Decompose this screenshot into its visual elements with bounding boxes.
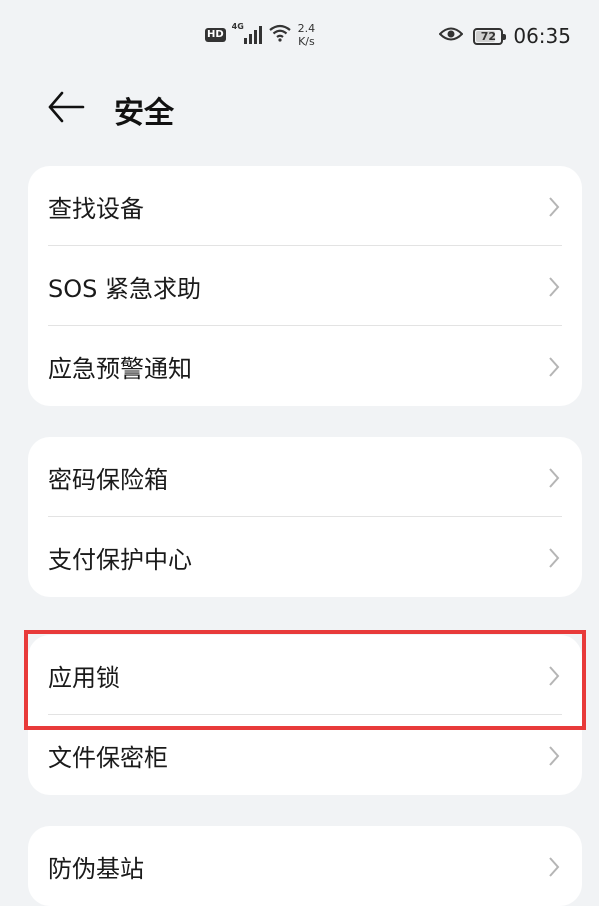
row-fake-base-station[interactable]: 防伪基站 (28, 826, 582, 906)
chevron-right-icon (549, 548, 560, 568)
settings-group-3: 应用锁 文件保密柜 (28, 635, 582, 795)
back-button[interactable] (46, 90, 86, 124)
page-title: 安全 (114, 96, 174, 131)
row-label: 应急预警通知 (48, 354, 192, 383)
row-find-device[interactable]: 查找设备 (28, 166, 582, 246)
network-type: 4G (231, 22, 244, 31)
settings-group-4: 防伪基站 (28, 826, 582, 906)
chevron-right-icon (549, 666, 560, 686)
status-center: HD 4G 2.4 K/s (205, 20, 315, 50)
settings-group-1: 查找设备 SOS 紧急求助 应急预警通知 (28, 166, 582, 406)
header: 安全 (0, 80, 599, 138)
battery-level: 72 (480, 29, 497, 43)
chevron-right-icon (549, 746, 560, 766)
row-file-safe[interactable]: 文件保密柜 (28, 715, 582, 795)
row-password-vault[interactable]: 密码保险箱 (28, 437, 582, 517)
row-label: SOS 紧急求助 (48, 274, 201, 303)
chevron-right-icon (549, 357, 560, 377)
status-bar: HD 4G 2.4 K/s 72 06:35 (0, 0, 599, 68)
row-app-lock[interactable]: 应用锁 (28, 635, 582, 715)
back-arrow-icon (48, 91, 85, 123)
row-label: 查找设备 (48, 194, 144, 223)
chevron-right-icon (549, 857, 560, 877)
row-payment-protection[interactable]: 支付保护中心 (28, 517, 582, 597)
row-label: 支付保护中心 (48, 545, 192, 574)
chevron-right-icon (549, 468, 560, 488)
network-speed: 2.4 K/s (298, 22, 316, 48)
eye-icon (438, 26, 464, 46)
wifi-icon (268, 23, 292, 47)
signal-icon: 4G (231, 22, 262, 46)
battery-icon: 72 (473, 27, 507, 45)
chevron-right-icon (549, 197, 560, 217)
speed-unit: K/s (298, 35, 315, 48)
status-right: 72 06:35 (438, 22, 571, 50)
row-label: 密码保险箱 (48, 465, 168, 494)
settings-group-2: 密码保险箱 支付保护中心 (28, 437, 582, 597)
clock: 06:35 (513, 24, 571, 48)
hd-badge: HD (205, 28, 226, 42)
speed-value: 2.4 (297, 22, 316, 35)
row-label: 应用锁 (48, 663, 120, 692)
row-label: 防伪基站 (48, 854, 144, 883)
row-sos[interactable]: SOS 紧急求助 (28, 246, 582, 326)
chevron-right-icon (549, 277, 560, 297)
row-emergency-alert[interactable]: 应急预警通知 (28, 326, 582, 406)
row-label: 文件保密柜 (48, 743, 168, 772)
